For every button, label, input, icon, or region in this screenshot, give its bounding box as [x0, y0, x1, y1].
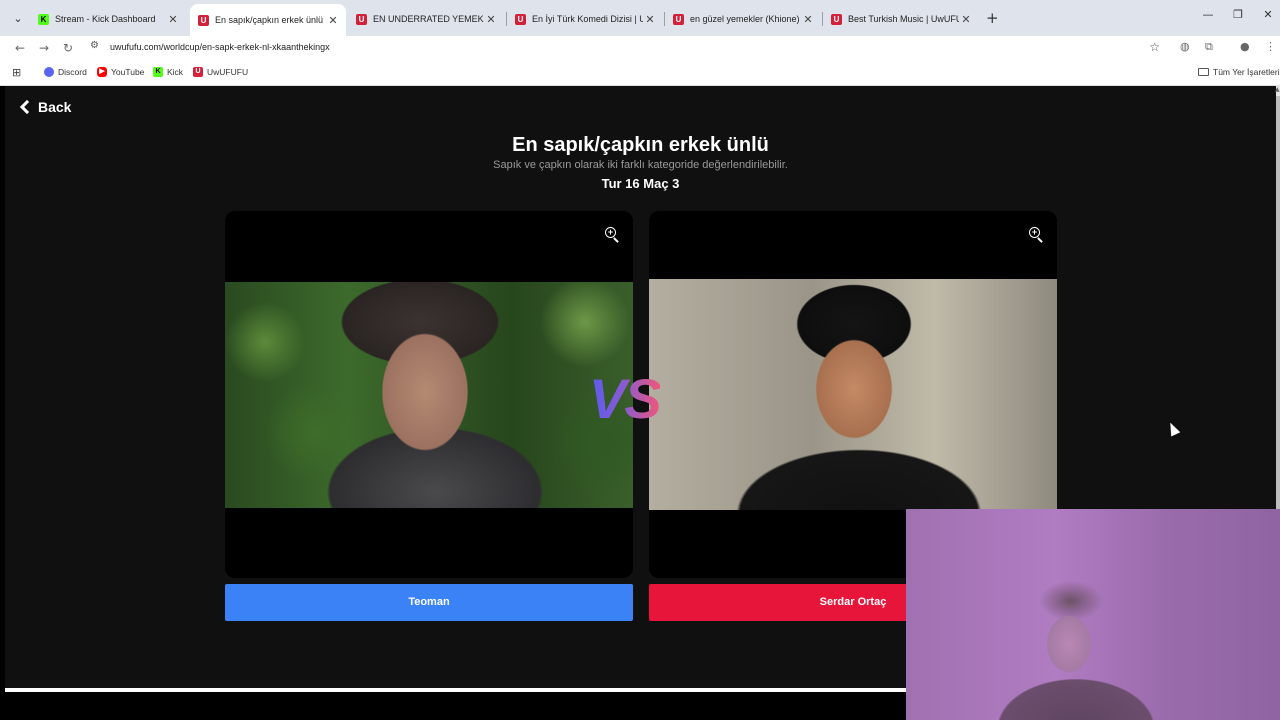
address-bar[interactable]: ⚙ uwufufu.com/worldcup/en-sapk-erkek-nl-…	[84, 37, 1168, 59]
bookmark-label: Kick	[167, 67, 184, 77]
tab-search-icon[interactable]: ⌄	[8, 9, 28, 29]
zoom-in-icon[interactable]: +	[605, 227, 619, 243]
tab-active-worldcup[interactable]: U En sapık/çapkın erkek ünlü | Uw ✕	[190, 4, 346, 36]
back-arrow-icon[interactable]: ←	[12, 40, 28, 56]
chevron-left-icon	[19, 99, 35, 115]
close-icon[interactable]: ✕	[959, 13, 973, 26]
apps-grid-icon[interactable]: ⊞	[12, 66, 21, 79]
reload-icon[interactable]: ↻	[60, 40, 76, 56]
bookmark-label: Tüm Yer İşaretleri	[1213, 67, 1280, 77]
bookmark-label: UwUFUFU	[207, 67, 249, 77]
bookmark-youtube[interactable]: ▶ YouTube	[97, 67, 144, 77]
webcam-overlay	[906, 509, 1280, 720]
bookmark-all-folder[interactable]: Tüm Yer İşaretleri	[1198, 67, 1280, 77]
bookmarks-bar: ⊞ Discord ▶ YouTube K Kick U UwUFUFU Tüm…	[0, 60, 1280, 86]
window-close-icon[interactable]: ✕	[1258, 8, 1278, 21]
back-label: Back	[38, 99, 72, 115]
close-icon[interactable]: ✕	[643, 13, 657, 26]
site-info-icon[interactable]: ⚙	[90, 40, 99, 51]
tab-label: Stream - Kick Dashboard	[55, 14, 156, 24]
versus-label: VS	[589, 367, 662, 430]
tab-label: EN UNDERRATED YEMEK | UwU	[373, 14, 484, 24]
browser-tab-strip: ⌄ K Stream - Kick Dashboard ✕ U En sapık…	[0, 0, 1280, 36]
uwufufu-icon: U	[193, 67, 203, 77]
profile-icon[interactable]: ●	[1240, 40, 1250, 53]
bookmark-discord[interactable]: Discord	[44, 67, 87, 77]
left-candidate-photo[interactable]	[225, 282, 633, 508]
new-tab-icon[interactable]: +	[986, 9, 999, 27]
choose-left-button[interactable]: Teoman	[225, 584, 633, 621]
tab-underrated-yemek[interactable]: U EN UNDERRATED YEMEK | UwU ✕	[348, 5, 504, 33]
left-candidate-card[interactable]: +	[225, 211, 633, 578]
bookmark-kick[interactable]: K Kick	[153, 67, 183, 77]
close-icon[interactable]: ✕	[166, 13, 180, 26]
uwufufu-icon: U	[831, 13, 842, 25]
restore-icon[interactable]: ❐	[1228, 8, 1248, 21]
bookmark-uwufufu[interactable]: U UwUFUFU	[193, 67, 248, 77]
tab-label: En İyi Türk Komedi Dizisi | UwU	[532, 14, 643, 24]
minimize-icon[interactable]: —	[1198, 8, 1218, 21]
folder-icon	[1198, 68, 1209, 76]
round-indicator: Tur 16 Maç 3	[601, 176, 680, 191]
close-icon[interactable]: ✕	[801, 13, 815, 26]
scroll-up-arrow-icon[interactable]: ▲	[1275, 86, 1280, 93]
tab-guzel-yemekler[interactable]: U en güzel yemekler (Khione) | Uw ✕	[665, 5, 821, 33]
kick-icon: K	[153, 67, 163, 77]
puzzle-icon[interactable]: ⧉	[1205, 40, 1213, 54]
tab-kick-dashboard[interactable]: K Stream - Kick Dashboard ✕	[30, 5, 186, 33]
close-icon[interactable]: ✕	[484, 13, 498, 26]
tab-turkish-music[interactable]: U Best Turkish Music | UwUFUFU ✕	[823, 5, 979, 33]
scrollbar-thumb[interactable]	[1276, 96, 1280, 516]
back-button[interactable]: Back	[19, 99, 72, 115]
discord-icon	[44, 67, 54, 77]
menu-icon[interactable]: ⋮	[1265, 40, 1276, 53]
zoom-in-icon[interactable]: +	[1029, 227, 1043, 243]
uwufufu-icon: U	[198, 14, 209, 26]
bookmark-label: Discord	[58, 67, 87, 77]
address-toolbar: ← → ↻ ⚙ uwufufu.com/worldcup/en-sapk-erk…	[0, 36, 1280, 60]
youtube-icon: ▶	[97, 67, 107, 77]
uwufufu-icon: U	[515, 13, 526, 25]
tab-label: en güzel yemekler (Khione) | Uw	[690, 14, 801, 24]
forward-arrow-icon[interactable]: →	[36, 40, 52, 56]
url-text[interactable]: uwufufu.com/worldcup/en-sapk-erkek-nl-xk…	[110, 42, 330, 52]
bookmark-star-icon[interactable]: ☆	[1149, 40, 1160, 54]
tab-turk-komedi[interactable]: U En İyi Türk Komedi Dizisi | UwU ✕	[507, 5, 663, 33]
tab-label: En sapık/çapkın erkek ünlü | Uw	[215, 15, 326, 25]
uwufufu-icon: U	[356, 13, 367, 25]
page-subtitle: Sapık ve çapkın olarak iki farklı katego…	[493, 159, 788, 171]
kick-icon: K	[38, 13, 49, 25]
tab-label: Best Turkish Music | UwUFUFU	[848, 14, 959, 24]
close-icon[interactable]: ✕	[326, 14, 340, 27]
bookmark-label: YouTube	[111, 67, 145, 77]
uwufufu-icon: U	[673, 13, 684, 25]
right-candidate-photo[interactable]	[649, 279, 1057, 510]
extension-icon[interactable]: ◍	[1180, 40, 1190, 53]
page-title: En sapık/çapkın erkek ünlü	[512, 134, 769, 156]
